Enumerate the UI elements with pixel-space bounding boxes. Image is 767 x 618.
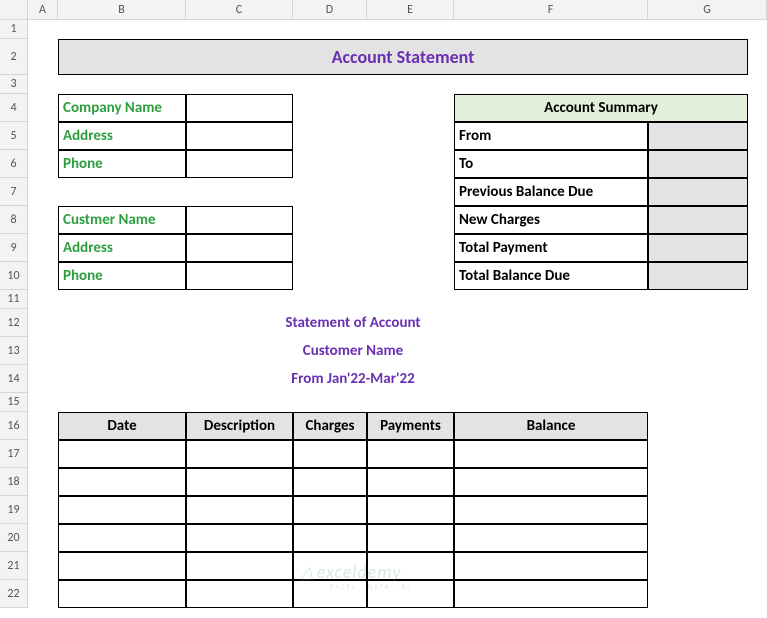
row-header-10[interactable]: 10 — [0, 262, 28, 290]
row-header-22[interactable]: 22 — [0, 580, 28, 608]
customer-phone-value[interactable] — [186, 262, 293, 290]
col-header-C[interactable]: C — [186, 0, 293, 20]
row-header-14[interactable]: 14 — [0, 365, 28, 393]
row-header-7[interactable]: 7 — [0, 178, 28, 206]
company-name-label[interactable]: Company Name — [58, 94, 186, 122]
summary-totalpay-label[interactable]: Total Payment — [454, 234, 648, 262]
summary-header[interactable]: Account Summary — [454, 94, 748, 122]
row-header-17[interactable]: 17 — [0, 440, 28, 468]
customer-name-label[interactable]: Custmer Name — [58, 206, 186, 234]
table-row[interactable] — [293, 468, 367, 496]
table-row[interactable] — [58, 496, 186, 524]
table-row[interactable] — [58, 468, 186, 496]
table-row[interactable] — [454, 496, 648, 524]
summary-from-label[interactable]: From — [454, 122, 648, 150]
row-header-16[interactable]: 16 — [0, 412, 28, 440]
th-payments[interactable]: Payments — [367, 412, 454, 440]
spreadsheet: A B C D E F G 1 2 3 4 5 6 7 8 9 10 11 12… — [0, 0, 767, 618]
customer-name-value[interactable] — [186, 206, 293, 234]
table-row[interactable] — [293, 524, 367, 552]
summary-newcharges-label[interactable]: New Charges — [454, 206, 648, 234]
row-header-20[interactable]: 20 — [0, 524, 28, 552]
company-name-value[interactable] — [186, 94, 293, 122]
row-header-19[interactable]: 19 — [0, 496, 28, 524]
table-row[interactable] — [186, 440, 293, 468]
row-header-4[interactable]: 4 — [0, 94, 28, 122]
summary-to-label[interactable]: To — [454, 150, 648, 178]
row-header-21[interactable]: 21 — [0, 552, 28, 580]
col-header-F[interactable]: F — [454, 0, 648, 20]
row-header-2[interactable]: 2 — [0, 39, 28, 75]
row-header-13[interactable]: 13 — [0, 337, 28, 365]
table-row[interactable] — [454, 580, 648, 608]
row-header-8[interactable]: 8 — [0, 206, 28, 234]
company-address-label[interactable]: Address — [58, 122, 186, 150]
table-row[interactable] — [58, 580, 186, 608]
summary-totaldue-value[interactable] — [648, 262, 748, 290]
summary-prevbal-label[interactable]: Previous Balance Due — [454, 178, 648, 206]
statement-period[interactable]: From Jan'22-Mar'22 — [58, 365, 648, 393]
summary-from-value[interactable] — [648, 122, 748, 150]
statement-title[interactable]: Statement of Account — [58, 309, 648, 337]
customer-address-value[interactable] — [186, 234, 293, 262]
table-row[interactable] — [367, 580, 454, 608]
table-row[interactable] — [186, 468, 293, 496]
table-row[interactable] — [367, 552, 454, 580]
summary-newcharges-value[interactable] — [648, 206, 748, 234]
corner-cell[interactable] — [0, 0, 28, 20]
customer-address-label[interactable]: Address — [58, 234, 186, 262]
summary-to-value[interactable] — [648, 150, 748, 178]
row-header-18[interactable]: 18 — [0, 468, 28, 496]
summary-prevbal-value[interactable] — [648, 178, 748, 206]
table-row[interactable] — [367, 440, 454, 468]
table-row[interactable] — [58, 552, 186, 580]
th-charges[interactable]: Charges — [293, 412, 367, 440]
row-header-3[interactable]: 3 — [0, 75, 28, 94]
table-row[interactable] — [454, 552, 648, 580]
table-row[interactable] — [367, 496, 454, 524]
table-row[interactable] — [367, 524, 454, 552]
table-row[interactable] — [186, 580, 293, 608]
table-row[interactable] — [58, 440, 186, 468]
table-row[interactable] — [293, 580, 367, 608]
table-row[interactable] — [186, 552, 293, 580]
company-address-value[interactable] — [186, 122, 293, 150]
summary-totaldue-label[interactable]: Total Balance Due — [454, 262, 648, 290]
col-header-A[interactable]: A — [28, 0, 58, 20]
col-header-D[interactable]: D — [293, 0, 367, 20]
th-balance[interactable]: Balance — [454, 412, 648, 440]
row-header-5[interactable]: 5 — [0, 122, 28, 150]
table-row[interactable] — [367, 468, 454, 496]
company-phone-value[interactable] — [186, 150, 293, 178]
table-row[interactable] — [186, 496, 293, 524]
row-header-6[interactable]: 6 — [0, 150, 28, 178]
col-header-G[interactable]: G — [648, 0, 767, 20]
table-row[interactable] — [293, 496, 367, 524]
page-title[interactable]: Account Statement — [58, 39, 748, 75]
company-phone-label[interactable]: Phone — [58, 150, 186, 178]
col-header-B[interactable]: B — [58, 0, 186, 20]
row-header-1[interactable]: 1 — [0, 20, 28, 39]
th-description[interactable]: Description — [186, 412, 293, 440]
table-row[interactable] — [293, 552, 367, 580]
table-row[interactable] — [186, 524, 293, 552]
table-row[interactable] — [454, 524, 648, 552]
row-header-15[interactable]: 15 — [0, 393, 28, 412]
table-row[interactable] — [454, 440, 648, 468]
th-date[interactable]: Date — [58, 412, 186, 440]
row-header-9[interactable]: 9 — [0, 234, 28, 262]
row-header-11[interactable]: 11 — [0, 290, 28, 309]
table-row[interactable] — [454, 468, 648, 496]
summary-totalpay-value[interactable] — [648, 234, 748, 262]
customer-phone-label[interactable]: Phone — [58, 262, 186, 290]
col-header-E[interactable]: E — [367, 0, 454, 20]
table-row[interactable] — [58, 524, 186, 552]
row-header-12[interactable]: 12 — [0, 309, 28, 337]
statement-customer[interactable]: Customer Name — [58, 337, 648, 365]
table-row[interactable] — [293, 440, 367, 468]
